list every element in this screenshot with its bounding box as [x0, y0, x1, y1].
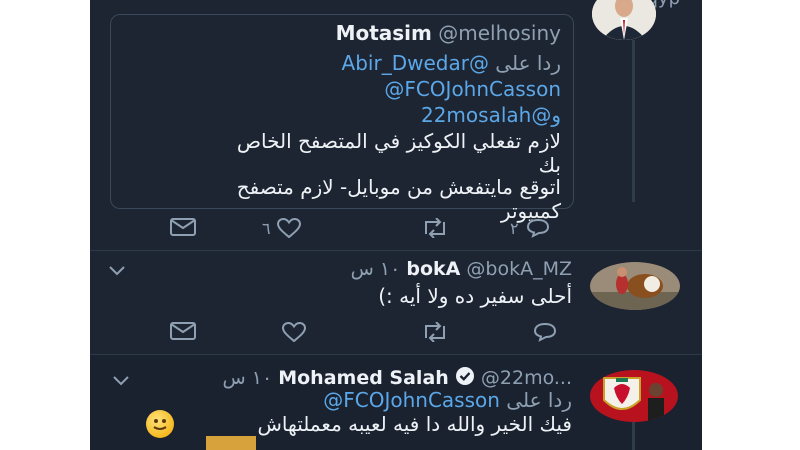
quoted-body-line-1: لازم تفعلي الكوكيز في المتصفح الخاص [236, 129, 561, 153]
retweet-button[interactable] [420, 218, 450, 238]
salah-time[interactable]: ١٠ س [223, 367, 273, 389]
quoted-body-line-3: اتوقع مايتفعش من موبايل- لازم متصفح [236, 175, 561, 199]
image-preview-peek[interactable] [206, 436, 256, 450]
quoted-tweet[interactable]: Motasim @melhosiny ردا على @Abir_Dwedar … [110, 14, 574, 223]
retweet-icon [425, 218, 445, 238]
like-icon [276, 218, 301, 238]
boka-handle[interactable]: @bokA_MZ [466, 258, 572, 280]
boka-name[interactable]: bokA [406, 258, 460, 280]
tweet-thread-panel: ıqyp Motasim @melhosiny ردا على @Abir_Dw… [90, 0, 702, 450]
mention-line-3: و@22mosalah [421, 103, 561, 127]
quoted-body-line-2: بك [538, 153, 561, 177]
boka-body: أحلى سفير ده ولا أيه :) [378, 284, 572, 308]
quoted-author-name: Motasim [335, 21, 432, 45]
boka-header: bokA @bokA_MZ ١٠ س [351, 258, 572, 280]
mail-icon [170, 218, 196, 236]
mail-button[interactable] [170, 218, 196, 236]
thread-line [632, 40, 635, 202]
reply-prefix: ردا على [495, 51, 561, 75]
mention-abir[interactable]: @Abir_Dwedar [342, 51, 489, 75]
avatar-man-suit-image [592, 0, 656, 40]
avatar-dog-image [590, 262, 680, 310]
salah-handle[interactable]: @22mo... [481, 367, 572, 389]
reply-prefix: ردا على [506, 388, 572, 412]
mention-22mosalah[interactable]: @22mosalah [421, 103, 551, 127]
chevron-down-icon[interactable] [108, 262, 126, 281]
like-button[interactable] [282, 322, 306, 342]
mention-join: و [551, 103, 561, 127]
mail-icon [170, 322, 196, 340]
salah-reply-to: ردا على @FCOJohnCasson [323, 388, 572, 412]
boka-actions [170, 322, 590, 346]
mention-line-2: @FCOJohnCasson [384, 77, 561, 101]
like-count: ٦ [262, 218, 271, 238]
thread-line [632, 420, 635, 450]
salah-body: فيك الخير والله دا فيه لعيبه معملتهاش [257, 412, 572, 436]
reply-count: ٢ [510, 218, 519, 238]
mention-fcojohncasson[interactable]: @FCOJohnCasson [384, 77, 561, 101]
mail-button[interactable] [170, 322, 196, 340]
salah-avatar[interactable] [590, 370, 678, 422]
boka-avatar[interactable] [590, 262, 680, 310]
reply-to-line: ردا على @Abir_Dwedar [342, 51, 561, 75]
like-button[interactable]: ٦ [262, 218, 301, 238]
avatar-liverpool-image [590, 370, 678, 422]
smile-emoji-icon [146, 410, 174, 438]
chevron-down-icon[interactable] [112, 372, 130, 391]
retweet-icon [425, 322, 445, 342]
like-icon [282, 322, 306, 342]
quoted-author-handle[interactable]: @melhosiny [438, 21, 561, 45]
reply-icon [526, 218, 549, 238]
divider [90, 250, 702, 251]
reply-button[interactable] [532, 322, 558, 342]
mention-fcojohncasson[interactable]: @FCOJohnCasson [323, 388, 500, 412]
top-tweet-actions: ٦ ٢ [170, 218, 590, 242]
salah-name[interactable]: Mohamed Salah [278, 367, 449, 389]
boka-time[interactable]: ١٠ س [351, 258, 401, 280]
retweet-button[interactable] [420, 322, 450, 342]
reply-button[interactable]: ٢ [510, 218, 551, 238]
avatar[interactable] [592, 0, 656, 40]
reply-icon [533, 322, 557, 342]
quoted-tweet-header: Motasim @melhosiny [336, 21, 561, 45]
